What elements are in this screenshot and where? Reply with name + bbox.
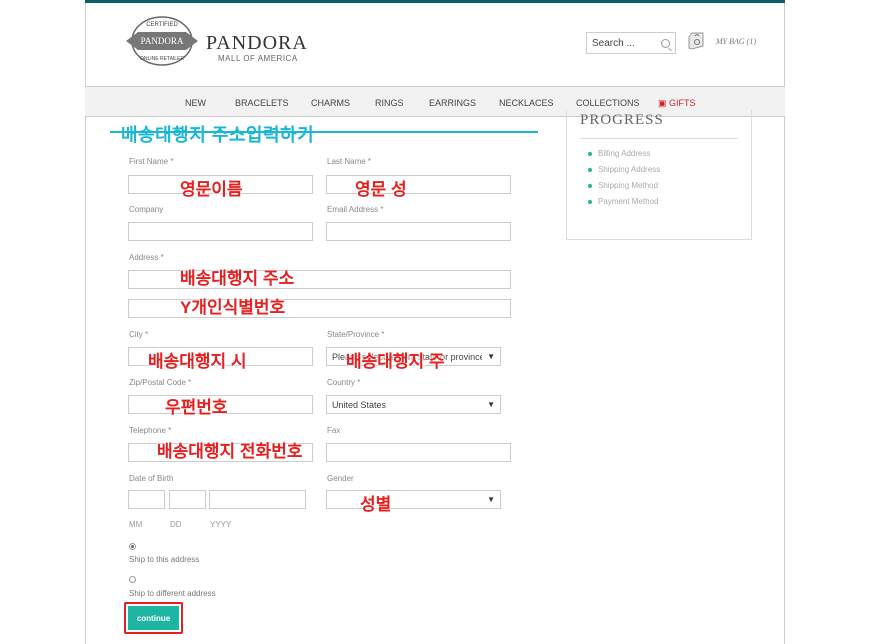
nav-item-gifts[interactable]: ▣ GIFTS xyxy=(658,98,696,109)
progress-divider xyxy=(580,138,738,139)
annotation-address1: 배송대행지 주소 xyxy=(180,269,295,288)
search-input[interactable]: Search ... xyxy=(586,32,676,54)
email-label: Email Address * xyxy=(327,205,384,214)
country-label: Country * xyxy=(327,378,361,387)
progress-step-label: Billing Address xyxy=(598,149,651,158)
brand-logo[interactable]: PANDORA xyxy=(206,32,308,55)
progress-title: PROGRESS xyxy=(580,112,664,128)
dob-month-field[interactable] xyxy=(128,490,165,509)
badge-top-text: CERTIFIED xyxy=(146,22,178,28)
gift-icon: ▣ xyxy=(658,98,667,108)
gender-select[interactable]: ▼ xyxy=(326,490,501,509)
address-label: Address * xyxy=(129,253,164,262)
brand-subtitle: MALL OF AMERICA xyxy=(218,54,298,63)
chevron-down-icon: ▼ xyxy=(487,352,495,361)
bullet-icon xyxy=(588,151,592,156)
company-field[interactable] xyxy=(128,222,313,241)
progress-step-shipping-address[interactable]: Shipping Address xyxy=(588,165,660,174)
nav-item-charms[interactable]: CHARMS xyxy=(311,98,350,108)
country-select[interactable]: United States ▼ xyxy=(326,395,501,414)
dob-day-field[interactable] xyxy=(169,490,206,509)
country-select-value: United States xyxy=(332,399,387,410)
ship-different-label[interactable]: Ship to different address xyxy=(129,589,216,598)
shopping-bag-icon[interactable] xyxy=(686,30,706,50)
nav-item-collections[interactable]: COLLECTIONS xyxy=(576,98,640,108)
fax-field[interactable] xyxy=(326,443,511,462)
last-name-field[interactable] xyxy=(326,175,511,194)
state-label: State/Province * xyxy=(327,330,385,339)
progress-step-label: Shipping Method xyxy=(598,181,659,190)
dob-label: Date of Birth xyxy=(129,474,174,483)
badge-middle-text: PANDORA xyxy=(141,36,184,46)
chevron-down-icon: ▼ xyxy=(487,495,495,504)
annotation-telephone: 배송대행지 전화번호 xyxy=(157,442,303,461)
progress-step-shipping-method[interactable]: Shipping Method xyxy=(588,181,658,190)
progress-step-label: Payment Method xyxy=(598,197,659,206)
annotation-city: 배송대행지 시 xyxy=(148,352,247,371)
continue-button[interactable]: continue xyxy=(128,606,179,630)
search-icon[interactable] xyxy=(661,38,670,48)
city-label: City * xyxy=(129,330,149,339)
bullet-icon xyxy=(588,167,592,172)
fax-label: Fax xyxy=(327,426,341,435)
top-accent-bar xyxy=(85,0,785,3)
gender-label: Gender xyxy=(327,474,354,483)
nav-item-new[interactable]: NEW xyxy=(185,98,206,108)
telephone-label: Telephone * xyxy=(129,426,172,435)
search-placeholder: Search ... xyxy=(592,37,635,49)
dob-day-hint: DD xyxy=(170,520,182,529)
progress-step-payment[interactable]: Payment Method xyxy=(588,197,658,206)
ship-different-radio[interactable] xyxy=(129,576,136,583)
annotation-address2: Y개인식별번호 xyxy=(180,298,286,317)
email-field[interactable] xyxy=(326,222,511,241)
annotation-zip: 우편번호 xyxy=(165,398,228,417)
progress-step-label: Shipping Address xyxy=(598,165,661,174)
badge-bottom-text: ONLINE RETAILER xyxy=(140,56,184,62)
dob-year-field[interactable] xyxy=(209,490,306,509)
last-name-label: Last Name * xyxy=(327,157,372,166)
progress-panel xyxy=(566,110,752,240)
nav-item-earrings[interactable]: EARRINGS xyxy=(429,98,476,108)
annotation-gender: 성별 xyxy=(360,495,392,514)
dob-month-hint: MM xyxy=(129,520,143,529)
gifts-label: GIFTS xyxy=(669,98,696,108)
nav-item-necklaces[interactable]: NECKLACES xyxy=(499,98,554,108)
annotation-heading: 배송대행지 주소입력하기 xyxy=(121,125,315,145)
bullet-icon xyxy=(588,199,592,204)
ship-same-label[interactable]: Ship to this address xyxy=(129,555,199,564)
annotation-last-name: 영문 성 xyxy=(355,180,407,199)
annotation-first-name: 영문이름 xyxy=(180,180,243,199)
bullet-icon xyxy=(588,183,592,188)
zip-label: Zip/Postal Code * xyxy=(129,378,192,387)
progress-step-billing[interactable]: Billing Address xyxy=(588,149,650,158)
nav-item-bracelets[interactable]: BRACELETS xyxy=(235,98,289,108)
first-name-label: First Name * xyxy=(129,157,174,166)
dob-year-hint: YYYY xyxy=(210,520,232,529)
my-bag-link[interactable]: MY BAG (1) xyxy=(716,37,756,46)
annotation-state: 배송대행지 주 xyxy=(346,352,445,371)
certified-retailer-badge[interactable]: CERTIFIED PANDORA ONLINE RETAILER xyxy=(124,14,200,68)
nav-item-rings[interactable]: RINGS xyxy=(375,98,404,108)
chevron-down-icon: ▼ xyxy=(487,400,495,409)
ship-same-radio[interactable] xyxy=(129,543,136,550)
company-label: Company xyxy=(129,205,164,214)
